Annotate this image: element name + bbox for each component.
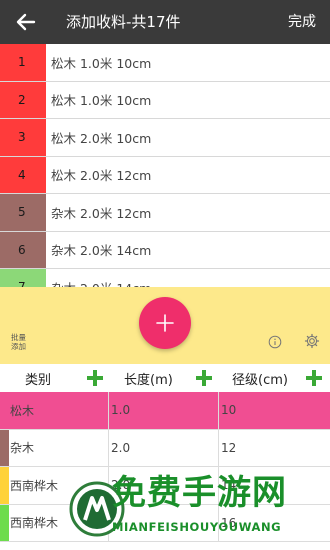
watermark-domain: MIANFEISHOUYOUWANG <box>112 520 282 534</box>
done-button[interactable]: 完成 <box>288 12 316 32</box>
page-title: 添加收料-共17件 <box>66 13 181 31</box>
record-text: 松木 2.0米 12cm <box>51 168 152 184</box>
column-category-label: 类别 <box>25 373 52 388</box>
divider <box>108 429 109 466</box>
column-length-label: 长度(m) <box>124 373 173 388</box>
species-name: 杂木 <box>10 441 35 456</box>
record-index: 3 <box>0 119 46 156</box>
list-item[interactable]: 4 松木 2.0米 12cm <box>0 156 330 194</box>
record-index: 6 <box>0 231 46 268</box>
action-panel: 批量添加 <box>0 287 330 364</box>
species-diameter: 10 <box>221 403 237 418</box>
record-text: 杂木 2.0米 14cm <box>51 243 152 259</box>
watermark: 免费手游网 MIANFEISHOUYOUWANG <box>68 468 330 550</box>
species-length: 2.0 <box>111 440 131 455</box>
list-item[interactable]: 5 杂木 2.0米 12cm <box>0 194 330 232</box>
record-index: 7 <box>0 269 46 287</box>
watermark-title: 免费手游网 <box>112 473 287 513</box>
record-index: 5 <box>0 194 46 231</box>
back-arrow-icon[interactable] <box>10 6 42 38</box>
list-item[interactable]: 6 杂木 2.0米 14cm <box>0 231 330 269</box>
record-index: 4 <box>0 156 46 193</box>
list-item[interactable]: 1 松木 1.0米 10cm <box>0 44 330 82</box>
record-text: 松木 2.0米 10cm <box>51 130 152 146</box>
add-category-icon[interactable] <box>85 368 105 388</box>
divider <box>218 392 219 429</box>
species-name: 西南桦木 <box>10 516 59 531</box>
color-indicator <box>0 467 9 504</box>
species-diameter: 12 <box>221 440 237 455</box>
record-text: 松木 1.0米 10cm <box>51 55 152 71</box>
record-text: 杂木 2.0米 12cm <box>51 205 152 221</box>
info-icon[interactable] <box>268 334 282 349</box>
divider <box>218 429 219 466</box>
plus-icon <box>156 314 174 332</box>
species-name: 松木 <box>10 403 35 418</box>
batch-add-button[interactable]: 批量添加 <box>11 333 31 351</box>
table-row[interactable]: 杂木 2.0 12 <box>0 429 330 467</box>
app-bar: 添加收料-共17件 完成 <box>0 0 330 44</box>
add-record-button[interactable] <box>139 297 191 349</box>
record-list: 1 松木 1.0米 10cm 2 松木 1.0米 10cm 3 松木 2.0米 … <box>0 44 330 287</box>
column-diameter-label: 径级(cm) <box>232 373 288 388</box>
gear-icon[interactable] <box>304 333 320 349</box>
record-text: 松木 1.0米 10cm <box>51 93 152 109</box>
table-row[interactable]: 松木 1.0 10 <box>0 392 330 430</box>
species-length: 1.0 <box>111 403 131 418</box>
color-indicator <box>0 429 9 466</box>
color-indicator <box>0 392 9 429</box>
color-indicator <box>0 504 9 541</box>
list-item[interactable]: 7 杂木 2.0米 14cm <box>0 269 330 287</box>
add-length-icon[interactable] <box>194 368 214 388</box>
record-text: 杂木 2.0米 14cm <box>51 269 151 287</box>
table-header: 类别 长度(m) 径级(cm) <box>0 364 330 392</box>
list-item[interactable]: 3 松木 2.0米 10cm <box>0 119 330 157</box>
record-index: 2 <box>0 81 46 118</box>
species-name: 西南桦木 <box>10 478 59 493</box>
add-diameter-icon[interactable] <box>304 368 324 388</box>
list-item[interactable]: 2 松木 1.0米 10cm <box>0 81 330 119</box>
divider <box>108 392 109 429</box>
record-index: 1 <box>0 44 46 81</box>
